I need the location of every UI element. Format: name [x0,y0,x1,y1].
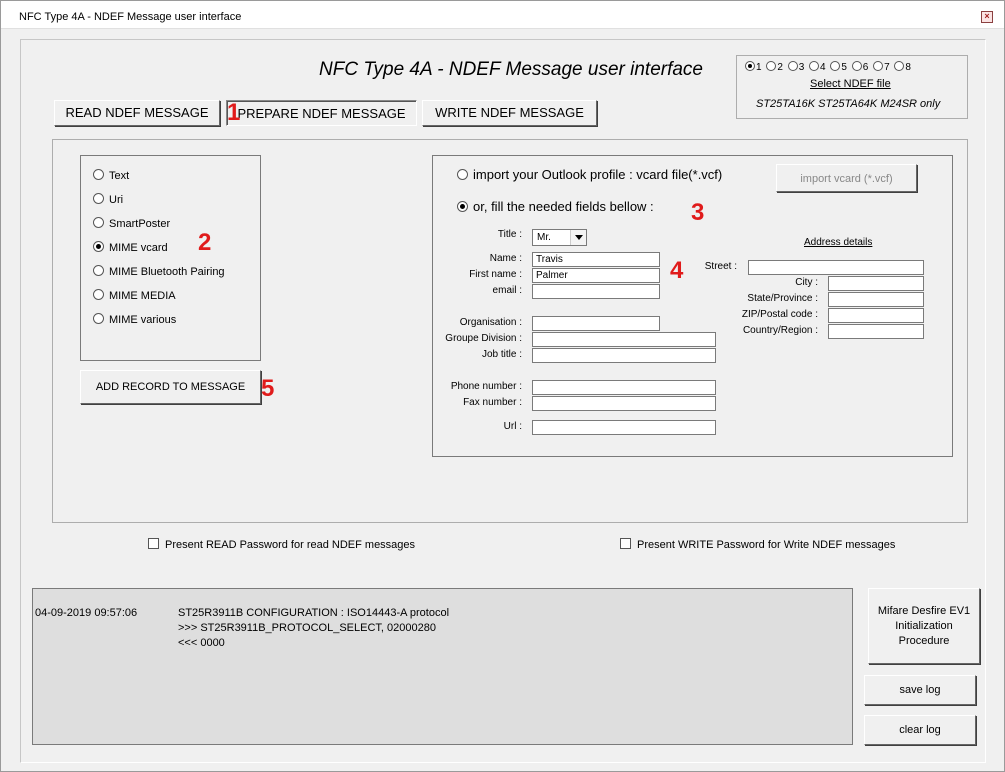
street-field[interactable] [748,260,924,275]
ndef-file-radio-1[interactable]: 1 [745,61,762,73]
app-window: NFC Type 4A - NDEF Message user interfac… [0,0,1005,772]
vcard-import-option[interactable]: import your Outlook profile : vcard file… [457,167,722,182]
ndef-file-radio-5[interactable]: 5 [830,61,847,73]
radio-icon [93,265,104,276]
tab-read-ndef-message[interactable]: READ NDEF MESSAGE [54,100,220,126]
record-type-uri[interactable]: Uri [93,193,123,206]
url-label: Url : [503,421,522,432]
write-password-checkbox[interactable]: Present WRITE Password for Write NDEF me… [620,538,895,551]
organisation-label: Organisation : [459,317,522,328]
email-field[interactable] [532,284,660,299]
clear-log-button[interactable]: clear log [864,715,976,745]
log-line: <<< 0000 [178,637,225,649]
radio-icon [93,193,104,204]
radio-selected-icon [745,61,755,71]
ndef-file-radio-2[interactable]: 2 [766,61,783,73]
state-field[interactable] [828,292,924,307]
url-field[interactable] [532,420,716,435]
fax-label: Fax number : [463,397,522,408]
group-division-field[interactable] [532,332,716,347]
save-log-button[interactable]: save log [864,675,976,705]
record-type-mime-vcard[interactable]: MIME vcard [93,241,168,254]
radio-icon [830,61,841,71]
name-label: Name : [489,253,522,264]
record-type-mime-media[interactable]: MIME MEDIA [93,289,176,302]
radio-icon [457,169,468,180]
log-line: >>> ST25R3911B_PROTOCOL_SELECT, 02000280 [178,622,436,634]
radio-icon [809,61,820,71]
log-timestamp: 04-09-2019 09:57:06 [35,607,138,619]
record-type-mime-various[interactable]: MIME various [93,313,176,326]
title-label: Title : [497,229,522,240]
record-type-mime-bluetooth[interactable]: MIME Bluetooth Pairing [93,265,225,278]
close-icon[interactable]: × [981,11,993,23]
country-label: Country/Region : [742,325,818,336]
radio-icon [787,61,798,71]
log-output[interactable]: 04-09-2019 09:57:06 ST25R3911B CONFIGURA… [32,588,853,745]
phone-label: Phone number : [450,381,522,392]
log-line: ST25R3911B CONFIGURATION : ISO14443-A pr… [178,607,450,619]
record-type-group [80,155,261,361]
radio-icon [894,61,905,71]
checkbox-icon [148,538,159,549]
step-marker-1: 1 [227,99,241,126]
street-label: Street : [704,261,737,272]
radio-icon [93,169,104,180]
state-label: State/Province : [747,293,818,304]
read-password-checkbox[interactable]: Present READ Password for read NDEF mess… [148,538,415,551]
record-type-text[interactable]: Text [93,169,129,182]
ndef-file-radio-8[interactable]: 8 [894,61,911,73]
ndef-file-radio-4[interactable]: 4 [809,61,826,73]
ndef-file-note: ST25TA16K ST25TA64K M24SR only [756,98,941,110]
title-select[interactable]: Mr. [532,229,587,246]
job-title-label: Job title : [481,349,522,360]
first-name-label: First name : [469,269,522,280]
zip-field[interactable] [828,308,924,323]
title-bar: NFC Type 4A - NDEF Message user interfac… [1,1,1004,29]
chevron-down-icon[interactable] [570,230,586,245]
radio-icon [93,289,104,300]
radio-icon [851,61,862,71]
address-details-label: Address details [804,237,873,248]
ndef-file-radios: 1 2 3 4 5 6 7 8 [745,61,913,73]
tab-prepare-ndef-message[interactable]: PREPARE NDEF MESSAGE [226,100,417,126]
vcard-fill-option[interactable]: or, fill the needed fields bellow : [457,199,654,214]
first-name-field[interactable]: Palmer [532,268,660,283]
zip-label: ZIP/Postal code : [741,309,818,320]
ndef-file-radio-6[interactable]: 6 [851,61,868,73]
window-title: NFC Type 4A - NDEF Message user interfac… [19,11,242,23]
city-field[interactable] [828,276,924,291]
city-label: City : [795,277,818,288]
tab-write-ndef-message[interactable]: WRITE NDEF MESSAGE [422,100,597,126]
group-division-label: Groupe Division : [445,333,522,344]
name-field[interactable]: Travis [532,252,660,267]
radio-icon [873,61,884,71]
ndef-file-radio-3[interactable]: 3 [787,61,804,73]
mifare-init-button[interactable]: Mifare Desfire EV1 Initialization Proced… [868,588,980,664]
checkbox-icon [620,538,631,549]
import-vcard-button[interactable]: import vcard (*.vcf) [776,164,917,192]
record-type-smartposter[interactable]: SmartPoster [93,217,170,230]
fax-field[interactable] [532,396,716,411]
select-ndef-file-label: Select NDEF file [810,78,891,90]
radio-selected-icon [457,201,468,212]
organisation-field[interactable] [532,316,660,331]
radio-icon [93,217,104,228]
job-title-field[interactable] [532,348,716,363]
email-label: email : [492,285,522,296]
ndef-file-radio-7[interactable]: 7 [873,61,890,73]
radio-icon [93,313,104,324]
ndef-file-selector: 1 2 3 4 5 6 7 8 Select NDEF file ST25TA1… [736,55,968,119]
radio-selected-icon [93,241,104,252]
add-record-button[interactable]: ADD RECORD TO MESSAGE [80,370,261,404]
page-title: NFC Type 4A - NDEF Message user interfac… [319,59,703,80]
country-field[interactable] [828,324,924,339]
phone-field[interactable] [532,380,716,395]
radio-icon [766,61,777,71]
